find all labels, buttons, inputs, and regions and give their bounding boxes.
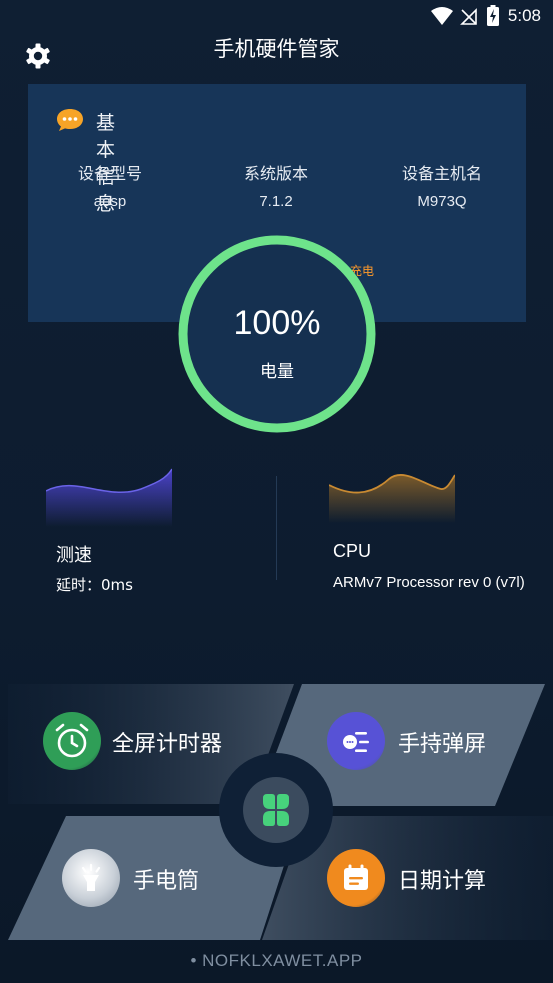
section-divider	[276, 476, 277, 580]
system-version-column: 系统版本 7.1.2	[206, 160, 346, 210]
hostname-label: 设备主机名	[401, 164, 482, 183]
battery-label: 电量	[260, 362, 294, 382]
center-home-inner[interactable]	[243, 777, 309, 843]
speed-test-title[interactable]: 测速	[56, 541, 92, 567]
tool-label-timer[interactable]: 全屏计时器	[112, 726, 222, 758]
wifi-icon	[431, 7, 453, 25]
hostname-column: 设备主机名 M973Q	[372, 160, 512, 210]
tool-label-flashlight[interactable]: 手电筒	[133, 863, 199, 895]
device-model-column: 设备型号 aosp	[40, 160, 180, 210]
cpu-wave-graphic	[329, 474, 455, 523]
app-title: 手机硬件管家	[213, 37, 340, 61]
speed-latency-text: 延时：0ms	[56, 576, 133, 594]
tool-label-date[interactable]: 日期计算	[398, 863, 486, 895]
status-time: 5:08	[507, 6, 541, 25]
status-bar: 5:08	[0, 0, 553, 32]
chat-bubble-icon	[57, 109, 83, 131]
chat-list-icon[interactable]	[327, 712, 385, 770]
device-model-value: aosp	[93, 193, 127, 210]
alarm-clock-icon[interactable]	[43, 712, 101, 770]
device-model-label: 设备型号	[77, 164, 142, 183]
tool-label-popup[interactable]: 手持弹屏	[398, 726, 486, 758]
speed-wave-graphic	[46, 468, 172, 527]
battery-charging-icon	[487, 5, 499, 26]
no-signal-icon	[460, 8, 477, 25]
clover-icon	[263, 794, 289, 826]
cpu-detail-text: ARMv7 Processor rev 0 (v7l)	[333, 574, 525, 591]
cpu-title[interactable]: CPU	[333, 541, 371, 562]
calendar-icon[interactable]	[327, 849, 385, 907]
system-version-value: 7.1.2	[259, 193, 293, 210]
battery-percent: 100%	[233, 304, 321, 342]
footer-watermark: • NOFKLXAWET.APP	[190, 951, 363, 970]
system-version-label: 系统版本	[243, 164, 308, 183]
hostname-value: M973Q	[417, 193, 467, 210]
flashlight-icon[interactable]	[62, 849, 120, 907]
